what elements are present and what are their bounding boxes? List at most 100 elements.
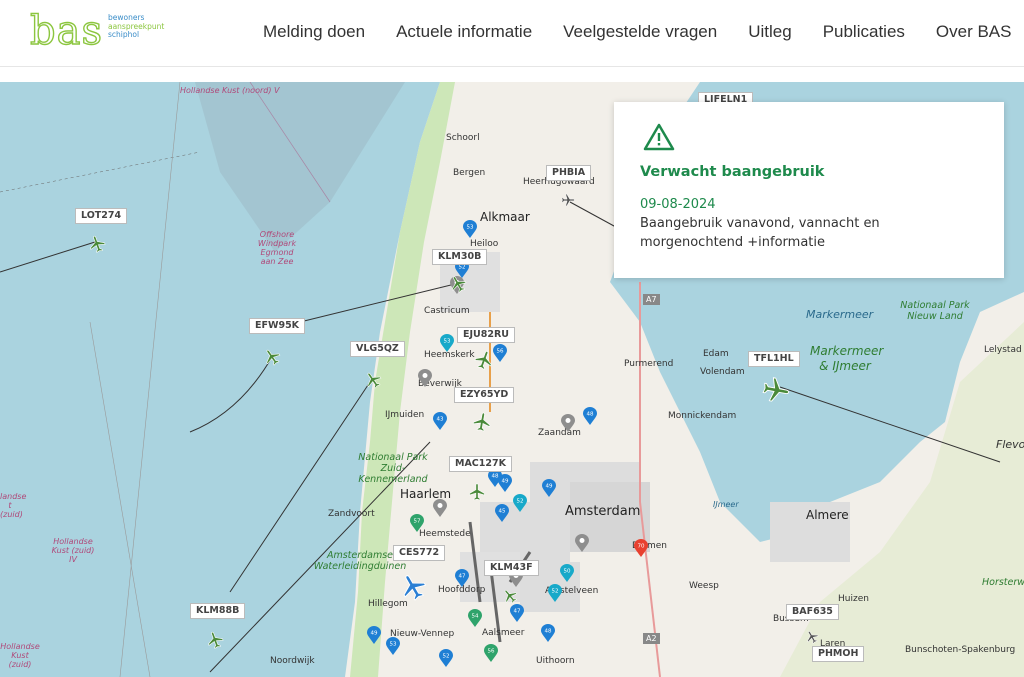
card-text[interactable]: Baangebruik vanavond, vannacht en morgen… [640, 214, 980, 252]
road-a7: A7 [643, 294, 660, 305]
logo-line-3: schiphol [107, 30, 140, 39]
logo-word: bas [29, 8, 103, 54]
place-amsterdam: Amsterdam [565, 504, 641, 519]
pin-icon: 52 [548, 584, 562, 602]
flight-label-efw95k[interactable]: EFW95K [249, 318, 306, 334]
nav-veelgestelde-vragen[interactable]: Veelgestelde vragen [563, 22, 717, 42]
nav-melding-doen[interactable]: Melding doen [263, 22, 365, 42]
svg-text:48: 48 [587, 412, 594, 418]
plane-shape [469, 483, 485, 501]
place-heiloo: Heiloo [470, 239, 499, 249]
flight-label-lot274[interactable]: LOT274 [75, 208, 128, 224]
place-weesp: Weesp [689, 581, 719, 591]
water-markermeer: Markermeer [806, 308, 874, 321]
svg-text:57: 57 [414, 519, 421, 525]
svg-text:56: 56 [497, 349, 504, 355]
svg-text:53: 53 [390, 642, 397, 648]
label-hollandse-kust-noord: Hollandse Kust (noord) V [180, 86, 280, 95]
svg-text:47: 47 [459, 574, 466, 580]
pin-icon: 47 [510, 604, 524, 622]
place-noordwijk: Noordwijk [270, 656, 315, 666]
park-zuid-kennemerland: Nationaal Park Zuid-Kennemerland [358, 452, 428, 485]
pin-icon: 52 [513, 494, 527, 512]
nav-uitleg[interactable]: Uitleg [748, 22, 791, 42]
water-ijmeer: IJmeer [713, 500, 739, 509]
label-offshore-windpark: Offshore Windpark Egmond aan Zee [257, 230, 297, 266]
place-alkmaar: Alkmaar [480, 210, 530, 224]
nav-actuele-informatie[interactable]: Actuele informatie [396, 22, 532, 42]
pin-icon: 45 [495, 504, 509, 522]
svg-text:45: 45 [499, 509, 506, 515]
flight-label-phmoh[interactable]: PHMOH [812, 646, 865, 662]
flight-label-klm88b[interactable]: KLM88B [190, 603, 246, 619]
pin-icon: 53 [463, 220, 477, 238]
svg-text:53: 53 [444, 339, 451, 345]
pin-icon: 47 [455, 569, 469, 587]
place-lelystad: Lelystad [984, 345, 1022, 355]
flight-label-ces772[interactable]: CES772 [393, 545, 446, 561]
pin-icon: 43 [433, 412, 447, 430]
place-hillegom: Hillegom [368, 599, 408, 609]
flight-label-klm30b[interactable]: KLM30B [432, 249, 488, 265]
place-ijmuiden: IJmuiden [385, 410, 425, 420]
flight-label-ezy65yd[interactable]: EZY65YD [454, 387, 515, 403]
pin-icon: 53 [440, 334, 454, 352]
nav-over-bas[interactable]: Over BAS [936, 22, 1012, 42]
place-schoorl: Schoorl [446, 133, 480, 143]
svg-text:47: 47 [514, 609, 521, 615]
flight-label-klm43f[interactable]: KLM43F [484, 560, 539, 576]
site-header: bas bewoners aanspreekpunt schiphol Meld… [0, 0, 1024, 67]
flight-label-baf635[interactable]: BAF635 [786, 604, 839, 620]
main-nav: Melding doen Actuele informatie Veelgest… [263, 22, 1024, 42]
label-hollandse-edge: landse t (zuid) [0, 492, 27, 519]
svg-text:49: 49 [546, 484, 553, 490]
pin-icon [433, 499, 447, 517]
svg-text:49: 49 [502, 479, 509, 485]
svg-text:70: 70 [638, 544, 645, 550]
svg-text:48: 48 [545, 629, 552, 635]
card-date: 09-08-2024 [640, 197, 716, 212]
place-heemstede: Heemstede [419, 529, 471, 539]
pin-icon: 54 [468, 609, 482, 627]
place-zandvoort: Zandvoort [328, 509, 375, 519]
nav-publicaties[interactable]: Publicaties [823, 22, 905, 42]
pin-icon: 48 [583, 407, 597, 425]
pin-icon: 50 [560, 564, 574, 582]
place-purmerend: Purmerend [624, 359, 674, 369]
plane-shape [561, 193, 575, 207]
place-huizen: Huizen [838, 594, 869, 604]
place-uithoorn: Uithoorn [536, 656, 575, 666]
place-bergen: Bergen [453, 168, 486, 178]
water-markermeer-ijmeer: Markermeer & IJmeer [810, 344, 884, 373]
pin-icon: 49 [367, 626, 381, 644]
svg-text:54: 54 [472, 614, 479, 620]
pin-icon: 56 [484, 644, 498, 662]
label-hollandse-kust-zuid-iv: Hollandse Kust (zuid) IV [51, 537, 95, 564]
bas-logo[interactable]: bas bewoners aanspreekpunt schiphol [29, 8, 164, 54]
place-almere: Almere [806, 508, 849, 522]
place-horsterwold: Horsterwo [982, 577, 1024, 588]
pin-icon [561, 414, 575, 432]
flight-label-vlg5qz[interactable]: VLG5QZ [350, 341, 405, 357]
pin-icon [418, 369, 432, 387]
road-a2: A2 [643, 633, 660, 644]
svg-text:49: 49 [371, 631, 378, 637]
flight-label-phbia[interactable]: PHBIA [546, 165, 592, 181]
place-volendam: Volendam [700, 367, 745, 377]
place-bunschoten: Bunschoten-Spakenburg [905, 645, 1016, 655]
flight-label-mac127k[interactable]: MAC127K [449, 456, 512, 472]
svg-text:52: 52 [443, 654, 450, 660]
pin-icon: 49 [498, 474, 512, 492]
park-nieuw-land: Nationaal Park Nieuw Land [900, 300, 970, 322]
runway-usage-card[interactable]: Verwacht baangebruik 09-08-2024 Baangebr… [614, 102, 1004, 278]
place-monnickendam: Monnickendam [668, 411, 737, 421]
flight-label-eju82ru[interactable]: EJU82RU [457, 327, 515, 343]
svg-text:53: 53 [467, 225, 474, 231]
pin-icon: 57 [410, 514, 424, 532]
place-castricum: Castricum [424, 306, 470, 316]
pin-icon: 70 [634, 539, 648, 557]
pin-icon: 52 [439, 649, 453, 667]
flight-label-tfl1hl[interactable]: TFL1HL [748, 351, 800, 367]
svg-text:52: 52 [517, 499, 524, 505]
place-aalsmeer: Aalsmeer [482, 628, 525, 638]
